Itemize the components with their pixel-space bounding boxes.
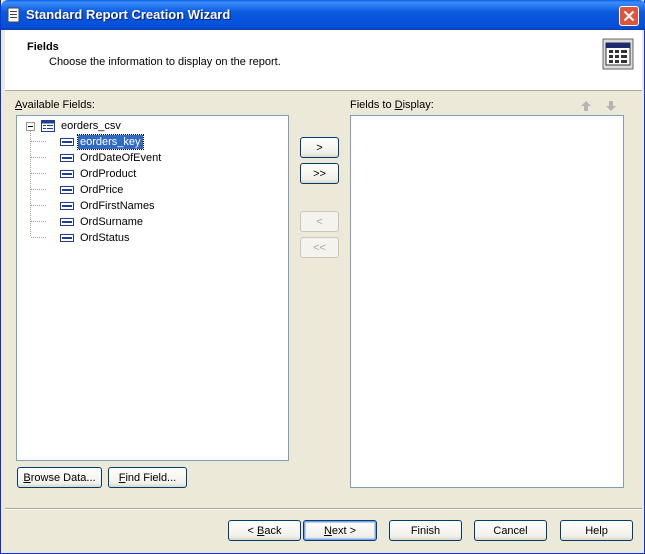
field-icon [60, 154, 74, 162]
help-button[interactable]: Help [560, 520, 633, 541]
next-button[interactable]: Next > [303, 520, 377, 541]
back-arrow-label: < [247, 524, 257, 537]
browse-data-label: rowse Data... [30, 471, 96, 484]
wizard-window: Standard Report Creation Wizard Fields C… [0, 0, 645, 554]
field-icon [60, 186, 74, 194]
field-item-label: OrdDateOfEvent [80, 152, 162, 164]
next-label: ext > [331, 524, 357, 537]
field-item-label: eorders_key [77, 134, 144, 150]
footer-divider [5, 508, 642, 510]
available-fields-label: Available Fields: [15, 99, 95, 111]
field-item-label: OrdPrice [80, 184, 124, 196]
title-bar[interactable]: Standard Report Creation Wizard [1, 0, 645, 30]
find-field-button[interactable]: Find Field... [108, 467, 187, 488]
available-fields-tree[interactable]: eorders_csv eorders_key OrdDateOfEvent Ord… [16, 115, 289, 461]
next-mnemonic: N [323, 524, 332, 537]
add-all-fields-button[interactable]: >> [300, 163, 339, 184]
available-fields-label-text: vailable Fields: [22, 99, 95, 111]
cancel-button[interactable]: Cancel [474, 520, 547, 541]
remove-all-fields-button[interactable]: << [300, 237, 339, 258]
tree-root-label: eorders_csv [61, 120, 121, 132]
window-title: Standard Report Creation Wizard [26, 7, 231, 22]
browse-data-button[interactable]: Browse Data... [17, 467, 102, 488]
fields-to-display-label-rest: isplay: [402, 99, 434, 111]
move-down-icon[interactable] [604, 99, 618, 113]
minus-icon [28, 126, 33, 127]
field-item-label: OrdFirstNames [80, 200, 155, 212]
fields-to-display-label: Fields to Display: [350, 99, 434, 111]
field-icon [60, 202, 74, 210]
wizard-header: Fields Choose the information to display… [5, 30, 642, 91]
fields-to-display-list[interactable] [350, 115, 624, 488]
finish-button[interactable]: Finish [389, 520, 462, 541]
find-field-label: ind Field... [125, 471, 177, 484]
table-icon [41, 120, 55, 132]
field-item-label: OrdSurname [80, 216, 143, 228]
fields-to-display-label-text: Fields to [350, 99, 395, 111]
field-icon [60, 170, 74, 178]
back-button[interactable]: < Back [228, 520, 301, 541]
collapse-toggle[interactable] [26, 122, 35, 131]
report-table-icon [602, 38, 634, 70]
field-icon [60, 138, 74, 146]
move-up-icon[interactable] [579, 99, 593, 113]
field-icon [60, 218, 74, 226]
fields-to-display-label-mnemonic: D [394, 99, 403, 111]
page-title: Fields [27, 41, 59, 53]
browse-data-mnemonic: B [23, 471, 31, 484]
remove-field-button[interactable]: < [300, 211, 339, 232]
field-icon [60, 234, 74, 242]
field-item-label: OrdStatus [80, 232, 130, 244]
field-item-label: OrdProduct [80, 168, 137, 180]
report-app-icon [7, 7, 20, 23]
page-subtitle: Choose the information to display on the… [49, 56, 281, 68]
add-field-button[interactable]: > [300, 137, 339, 158]
close-icon [623, 10, 635, 22]
close-button[interactable] [619, 6, 639, 26]
back-label: ack [264, 524, 282, 537]
tree-lines [30, 131, 47, 238]
